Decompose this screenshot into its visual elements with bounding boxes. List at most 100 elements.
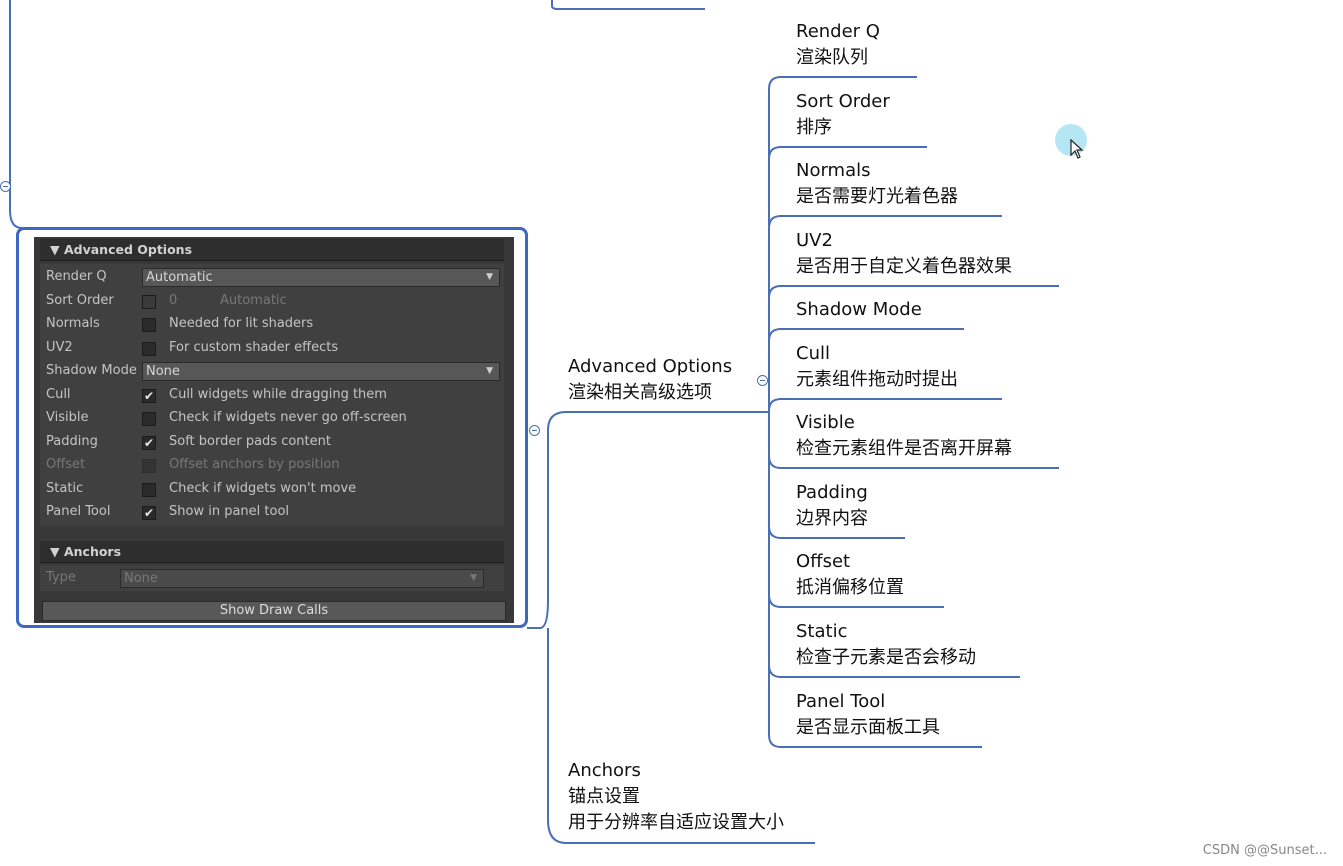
type-value: None (124, 571, 158, 586)
inspector-row-visible: Visible Check if widgets never go off-scr… (40, 407, 504, 430)
checkbox-description: Soft border pads content (169, 433, 331, 449)
child-subtitle: 检查子元素是否会移动 (796, 647, 976, 668)
child-connector (768, 285, 782, 412)
anchors-header[interactable]: ▼ Anchors (40, 541, 504, 563)
child-node-normals[interactable]: Normals 是否需要灯光着色器 (796, 158, 958, 210)
anchors-node[interactable]: Anchors 锚点设置 用于分辨率自适应设置大小 (568, 758, 784, 836)
inspector-row-padding: Padding ✔ Soft border pads content (40, 431, 504, 454)
child-title: Padding (796, 482, 868, 503)
child-node-visible[interactable]: Visible 检查元素组件是否离开屏幕 (796, 410, 1012, 462)
collapse-toggle-advanced-icon[interactable] (757, 375, 768, 386)
child-node-shadow-mode[interactable]: Shadow Mode (796, 297, 922, 323)
checkbox-icon[interactable] (142, 459, 156, 473)
checkbox-icon[interactable] (142, 318, 156, 332)
child-subtitle: 渲染队列 (796, 47, 868, 68)
checkbox-icon[interactable] (142, 341, 156, 356)
inspector-row-sort-order: Sort Order 0 Automatic (40, 290, 504, 313)
child-title: Visible (796, 412, 855, 433)
type-dropdown[interactable]: None ▼ (120, 569, 484, 588)
child-connector (768, 412, 782, 469)
checkbox-description: Check if widgets never go off-screen (169, 410, 407, 425)
anchors-title: Anchors (568, 760, 641, 781)
child-title: Sort Order (796, 91, 890, 112)
child-connector (768, 215, 782, 412)
chevron-down-icon: ▼ (470, 573, 477, 583)
mouse-cursor-icon (1070, 139, 1084, 159)
number-hint: Automatic (220, 292, 287, 308)
child-subtitle: 检查元素组件是否离开屏幕 (796, 438, 1012, 459)
child-title: Offset (796, 551, 851, 572)
advanced-options-node[interactable]: Advanced Options 渲染相关高级选项 (568, 354, 732, 406)
chevron-down-icon: ▼ (486, 272, 493, 282)
number-field[interactable]: 0 (169, 293, 177, 308)
anchors-body: Type None ▼ (40, 565, 504, 591)
unity-inspector-panel: ▼ Advanced Options Render Q Automatic ▼ Sor… (34, 237, 514, 623)
row-dropdown[interactable]: Automatic ▼ (142, 268, 500, 287)
row-label: UV2 (46, 339, 73, 355)
inspector-row-panel-tool: Panel Tool ✔ Show in panel tool (40, 501, 504, 524)
checkbox-description: Needed for lit shaders (169, 316, 314, 331)
child-title: Static (796, 621, 848, 642)
number-field-box (142, 294, 156, 309)
advanced-options-header[interactable]: ▼ Advanced Options (40, 239, 504, 261)
child-title: Panel Tool (796, 691, 886, 712)
row-dropdown[interactable]: None ▼ (142, 362, 500, 381)
row-label: Padding (46, 433, 98, 449)
child-title: Cull (796, 343, 830, 364)
child-connector (768, 412, 782, 608)
row-label: Offset (46, 457, 86, 472)
dropdown-value: Automatic (146, 270, 213, 285)
inspector-row-render-q: Render Q Automatic ▼ (40, 266, 504, 289)
checkbox-checked-icon[interactable]: ✔ (142, 388, 156, 403)
inspector-row-normals: Normals Needed for lit shaders (40, 313, 504, 336)
checkbox-icon[interactable] (142, 482, 156, 497)
row-label: Render Q (46, 269, 107, 284)
checkbox-description: For custom shader effects (169, 339, 339, 355)
checkbox-checked-icon[interactable]: ✔ (142, 435, 156, 450)
child-node-panel-tool[interactable]: Panel Tool 是否显示面板工具 (796, 689, 940, 741)
child-subtitle: 是否显示面板工具 (796, 717, 940, 738)
show-draw-calls-button[interactable]: Show Draw Calls (42, 601, 506, 621)
anchors-line-2: 用于分辨率自适应设置大小 (568, 812, 784, 833)
checkbox-description: Offset anchors by position (169, 457, 340, 472)
checkbox-description: Check if widgets won't move (169, 480, 357, 496)
child-subtitle: 抵消偏移位置 (796, 577, 904, 598)
child-subtitle: 排序 (796, 117, 832, 138)
left-trunk-line (9, 0, 23, 229)
row-label: Cull (46, 386, 71, 402)
child-connector (768, 412, 782, 539)
advanced-options-subtitle: 渲染相关高级选项 (568, 382, 712, 403)
child-connector (768, 398, 782, 412)
checkbox-description: Cull widgets while dragging them (169, 386, 387, 402)
row-label: Visible (46, 410, 89, 425)
advanced-options-body: Render Q Automatic ▼ Sort Order 0 Automatic No… (40, 264, 504, 526)
type-label: Type (46, 570, 76, 585)
collapse-toggle-left-icon[interactable] (0, 181, 11, 192)
checkbox-checked-icon[interactable]: ✔ (142, 506, 156, 520)
child-subtitle: 是否需要灯光着色器 (796, 186, 958, 207)
advanced-branch-line (527, 411, 755, 629)
collapse-toggle-panel-icon[interactable] (529, 425, 540, 436)
child-subtitle: 元素组件拖动时提出 (796, 369, 958, 390)
child-node-uv2[interactable]: UV2 是否用于自定义着色器效果 (796, 228, 1012, 280)
advanced-options-title: Advanced Options (568, 356, 733, 377)
anchors-line-1: 锚点设置 (568, 786, 640, 807)
child-connector (768, 412, 782, 678)
child-node-padding[interactable]: Padding 边界内容 (796, 480, 868, 532)
inspector-row-offset: Offset Offset anchors by position (40, 454, 504, 477)
child-node-sort-order[interactable]: Sort Order 排序 (796, 89, 890, 141)
child-node-cull[interactable]: Cull 元素组件拖动时提出 (796, 341, 958, 393)
child-title: UV2 (796, 230, 833, 251)
checkbox-icon[interactable] (142, 412, 156, 426)
child-title: Normals (796, 160, 871, 181)
child-node-offset[interactable]: Offset 抵消偏移位置 (796, 549, 904, 601)
top-stub-line (551, 0, 705, 10)
child-subtitle: 边界内容 (796, 508, 868, 529)
child-node-render-q[interactable]: Render Q 渲染队列 (796, 19, 880, 71)
child-node-static[interactable]: Static 检查子元素是否会移动 (796, 619, 976, 671)
inspector-row-cull: Cull ✔ Cull widgets while dragging them (40, 384, 504, 407)
checkbox-description: Show in panel tool (169, 504, 290, 519)
inspector-row-static: Static Check if widgets won't move (40, 478, 504, 501)
row-label: Sort Order (46, 292, 114, 308)
child-title: Shadow Mode (796, 299, 922, 320)
